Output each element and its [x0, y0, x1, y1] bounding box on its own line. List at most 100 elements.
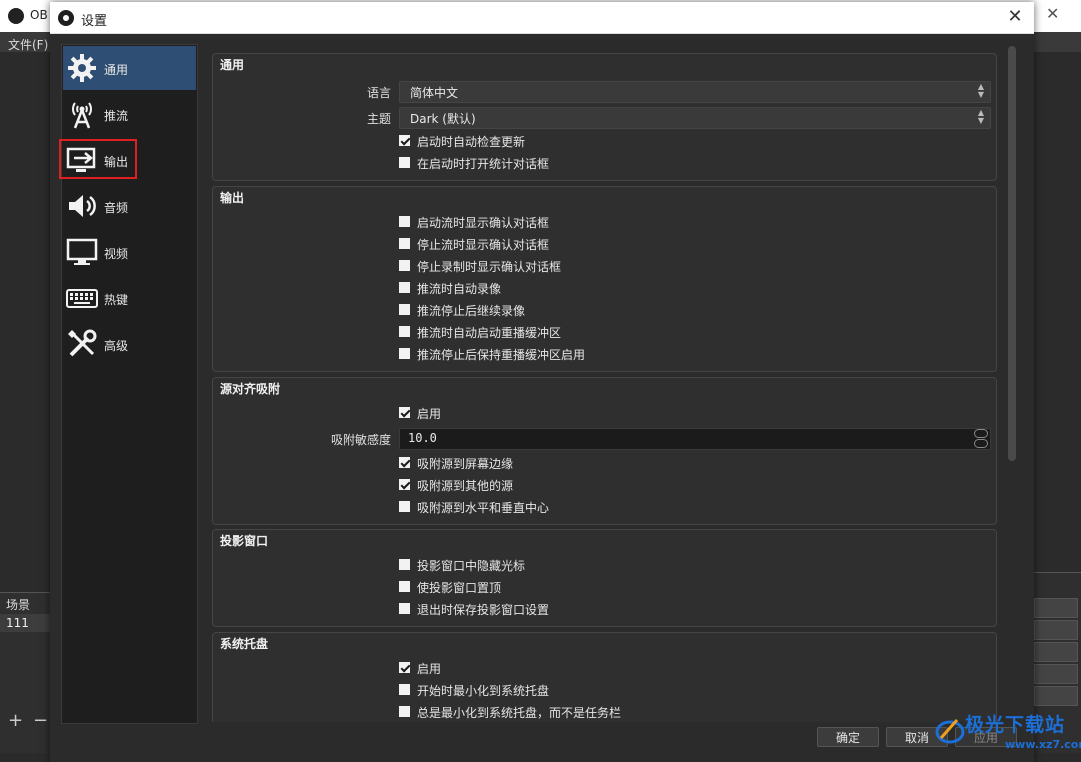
controls-button[interactable] [1034, 686, 1078, 706]
checkbox-box [399, 662, 410, 673]
obs-logo-icon [58, 10, 74, 26]
theme-value: Dark (默认) [410, 112, 476, 126]
checkbox-label: 推流停止后继续录像 [417, 304, 526, 318]
sensitivity-label: 吸附敏感度 [330, 433, 391, 447]
language-label: 语言 [366, 86, 391, 100]
checkbox-label: 停止录制时显示确认对话框 [417, 260, 562, 274]
language-select[interactable]: 简体中文 ▲ ▼ [399, 81, 991, 103]
checkbox-box [399, 603, 410, 614]
checkbox-box [399, 706, 410, 717]
controls-button[interactable] [1034, 664, 1078, 684]
checkbox-box [399, 559, 410, 570]
checkbox-label: 在启动时打开统计对话框 [417, 157, 550, 171]
checkbox-label: 推流时自动启动重播缓冲区 [417, 326, 562, 340]
checkbox-label: 使投影窗口置顶 [417, 581, 502, 595]
main-window-title: OB [30, 8, 48, 22]
theme-label: 主题 [366, 112, 391, 126]
checkbox-box [399, 304, 410, 315]
watermark-text: 极光下载站 [965, 714, 1066, 736]
group-title: 通用 [220, 58, 245, 72]
sidebar-item-stream[interactable]: 推流 [63, 92, 196, 136]
controls-button[interactable] [1034, 642, 1078, 662]
checkbox-label: 启用 [417, 662, 442, 676]
spin-down-button[interactable] [974, 439, 988, 448]
projectors-group: 投影窗口 投影窗口中隐藏光标 使投影窗口置顶 退出时保存投影窗口设置 [212, 529, 997, 627]
checkbox-label: 投影窗口中隐藏光标 [417, 559, 526, 573]
remove-scene-button[interactable]: − [33, 710, 48, 731]
settings-dialog: 设置 ✕ 通用 推流 输出 音频 视频 热键 高级 通用 语言 简体中文 ▲ ▼… [50, 2, 1034, 762]
watermark: 极光下载站 www.xz7.com [935, 708, 1081, 762]
checkbox-label: 开始时最小化到系统托盘 [417, 684, 550, 698]
obs-app-icon [8, 8, 24, 24]
sidebar-item-label: 高级 [104, 339, 129, 353]
checkbox-box [399, 157, 410, 168]
keyboard-icon [66, 289, 98, 308]
checkbox-box [399, 407, 410, 418]
checkbox-box [399, 684, 410, 695]
controls-button[interactable] [1034, 620, 1078, 640]
sensitivity-value: 10.0 [408, 431, 437, 445]
system-tray-group: 系统托盘 启用 开始时最小化到系统托盘 总是最小化到系统托盘，而不是任务栏 [212, 632, 997, 722]
dialog-titlebar: 设置 ✕ [50, 2, 1034, 34]
sidebar-item-label: 推流 [104, 109, 129, 123]
checkbox-box [399, 326, 410, 337]
scenes-header: 场景 [6, 598, 31, 612]
sidebar-item-hotkeys[interactable]: 热键 [63, 276, 196, 320]
checkbox-box [399, 260, 410, 271]
watermark-logo-icon [935, 719, 965, 744]
output-highlight-box [59, 139, 137, 179]
checkbox-box [399, 238, 410, 249]
sensitivity-spinbox[interactable]: 10.0 [399, 428, 991, 450]
speaker-icon [69, 195, 96, 217]
group-title: 投影窗口 [220, 534, 269, 548]
checkbox-label: 停止流时显示确认对话框 [417, 238, 550, 252]
main-window-close-button[interactable]: ✕ [1046, 4, 1059, 23]
spin-up-button[interactable] [974, 429, 988, 438]
checkbox-box [399, 216, 410, 227]
dialog-close-button[interactable]: ✕ [1000, 4, 1030, 30]
tools-icon [68, 329, 97, 357]
general-group: 通用 语言 简体中文 ▲ ▼ 主题 Dark (默认) ▲ ▼ 启动时自动检查更新 … [212, 53, 997, 181]
controls-button[interactable] [1034, 598, 1078, 618]
monitor-icon [66, 238, 98, 265]
dialog-title: 设置 [81, 14, 108, 29]
gear-icon [68, 54, 96, 82]
output-group: 输出 启动流时显示确认对话框 停止流时显示确认对话框 停止录制时显示确认对话框 … [212, 186, 997, 372]
checkbox-box [399, 479, 410, 490]
checkbox-label: 推流时自动录像 [417, 282, 502, 296]
checkbox-label: 吸附源到水平和垂直中心 [417, 501, 550, 515]
checkbox-box [399, 348, 410, 359]
sidebar-item-video[interactable]: 视频 [63, 230, 196, 274]
checkbox-label: 推流停止后保持重播缓冲区启用 [417, 348, 586, 362]
add-scene-button[interactable]: + [8, 710, 23, 731]
sidebar-item-label: 音频 [104, 201, 129, 215]
checkbox-label: 总是最小化到系统托盘，而不是任务栏 [417, 706, 622, 720]
language-value: 简体中文 [410, 86, 459, 100]
menu-file[interactable]: 文件(F) [8, 36, 48, 53]
checkbox-label: 吸附源到屏幕边缘 [417, 457, 514, 471]
broadcast-antenna-icon [72, 102, 92, 129]
sidebar-item-audio[interactable]: 音频 [63, 184, 196, 228]
checkbox-box [399, 501, 410, 512]
settings-content: 通用 语言 简体中文 ▲ ▼ 主题 Dark (默认) ▲ ▼ 启动时自动检查更新 … [210, 52, 1000, 722]
ok-button[interactable]: 确定 [817, 727, 879, 747]
checkbox-label: 启动时自动检查更新 [417, 135, 526, 149]
watermark-url: www.xz7.com [1005, 738, 1081, 751]
scrollbar-thumb[interactable] [1008, 46, 1016, 461]
sidebar-item-advanced[interactable]: 高级 [63, 322, 196, 366]
checkbox-box [399, 282, 410, 293]
checkbox-label: 启用 [417, 407, 442, 421]
checkbox-box [399, 581, 410, 592]
theme-select[interactable]: Dark (默认) ▲ ▼ [399, 107, 991, 129]
sidebar-item-label: 视频 [104, 247, 129, 261]
chevron-updown-icon: ▲ ▼ [977, 82, 985, 99]
sidebar-item-label: 热键 [104, 293, 129, 307]
group-title: 输出 [220, 191, 245, 205]
sidebar-item-label: 通用 [104, 63, 129, 77]
checkbox-label: 退出时保存投影窗口设置 [417, 603, 550, 617]
group-title: 系统托盘 [220, 637, 269, 651]
scene-item-label: 111 [6, 616, 29, 630]
sidebar-item-general[interactable]: 通用 [63, 46, 196, 90]
chevron-updown-icon: ▲ ▼ [977, 108, 985, 125]
checkbox-label: 启动流时显示确认对话框 [417, 216, 550, 230]
